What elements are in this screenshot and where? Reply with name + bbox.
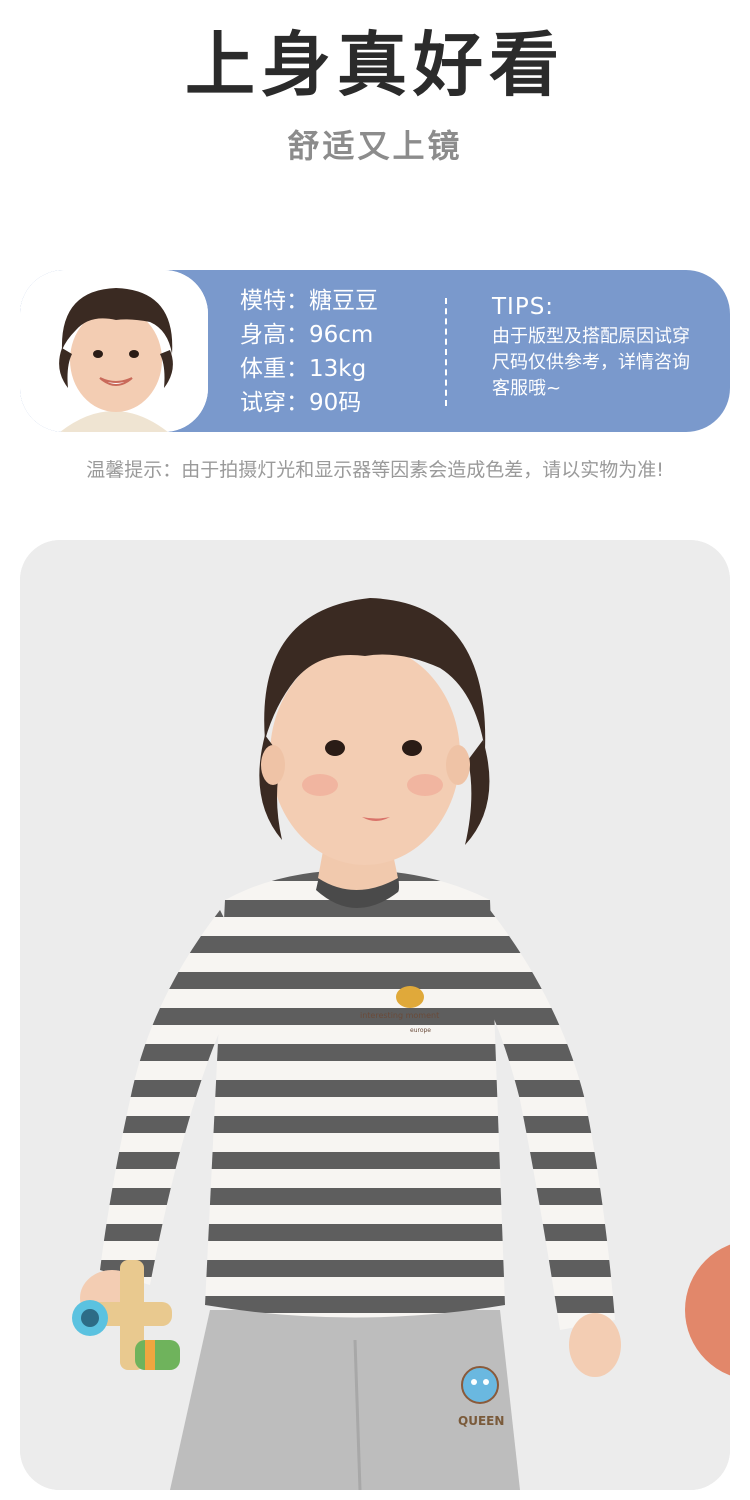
spec-row-size: 试穿：90码	[240, 390, 362, 416]
model-avatar	[20, 270, 208, 432]
page-subtitle: 舒适又上镜	[287, 127, 463, 165]
striped-shirt	[205, 870, 505, 1318]
color-disclaimer: 温馨提示：由于拍摄灯光和显示器等因素会造成色差，请以实物为准!	[86, 459, 664, 481]
tips-title: TIPS:	[492, 294, 555, 320]
print-text: interesting moment	[360, 1011, 439, 1020]
gray-pants	[170, 1310, 520, 1490]
tips-block: TIPS: 由于版型及搭配原因试穿 尺码仅供参考，详情咨询 客服哦~	[492, 290, 720, 402]
tips-line: 尺码仅供参考，详情咨询	[492, 352, 690, 373]
dashed-divider	[445, 298, 447, 406]
model-face	[270, 645, 460, 865]
product-photo: interesting moment europe QUEEN	[20, 540, 730, 1490]
print-text: europe	[410, 1027, 431, 1034]
model-specs: 模特：糖豆豆 身高：96cm 体重：13kg 试穿：90码	[240, 284, 440, 420]
tips-line: 客服哦~	[492, 378, 562, 399]
spec-row-height: 身高：96cm	[240, 322, 374, 348]
pumpkin-graphic	[396, 986, 424, 1008]
spec-row-weight: 体重：13kg	[240, 356, 367, 382]
tips-line: 由于版型及搭配原因试穿	[492, 326, 690, 347]
spec-row-model: 模特：糖豆豆	[240, 288, 378, 314]
svg-text:QUEEN: QUEEN	[458, 1414, 504, 1428]
page-title: 上身真好看	[185, 24, 565, 106]
model-info-card: 模特：糖豆豆 身高：96cm 体重：13kg 试穿：90码 TIPS: 由于版型…	[20, 270, 730, 432]
